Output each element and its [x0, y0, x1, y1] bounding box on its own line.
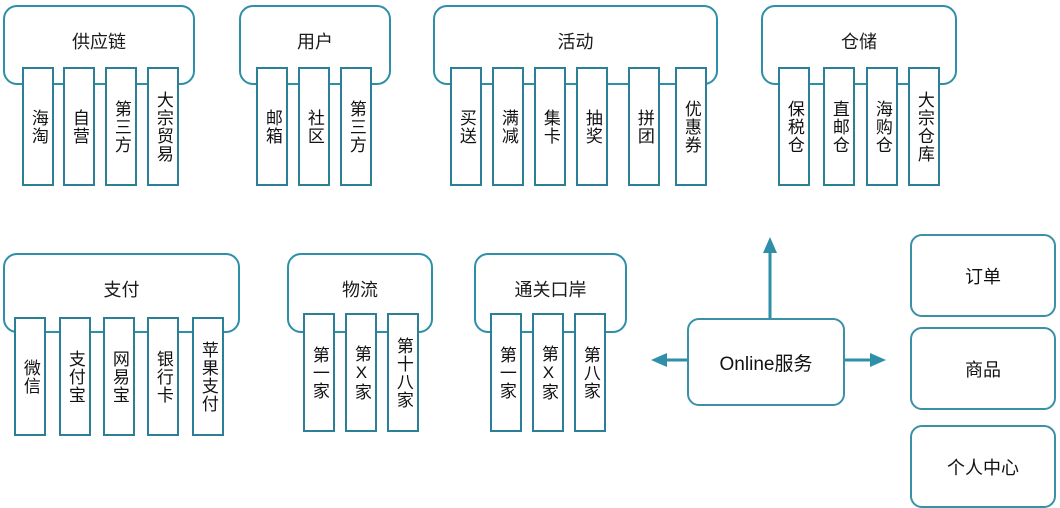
- leaf-box-logistics-2[interactable]: 第十八家: [387, 313, 419, 432]
- leaf-box-user-2[interactable]: 第三方: [340, 67, 372, 186]
- node-product[interactable]: 商品: [910, 327, 1056, 410]
- leaf-box-user-0[interactable]: 邮箱: [256, 67, 288, 186]
- leaf-box-supply-chain-3[interactable]: 大宗贸易: [147, 67, 179, 186]
- leaf-label: 拼团: [634, 108, 654, 145]
- leaf-label: 海购仓: [872, 99, 892, 154]
- leaf-label: 第十八家: [393, 336, 413, 409]
- leaf-label: 支付宝: [65, 349, 85, 404]
- node-label: 个人中心: [947, 457, 1019, 478]
- leaf-label: 买送: [456, 108, 476, 145]
- leaf-label: 第三方: [111, 99, 131, 154]
- leaf-label: 微信: [20, 358, 40, 395]
- leaf-box-payment-3[interactable]: 银行卡: [147, 317, 179, 436]
- node-personal-center[interactable]: 个人中心: [910, 425, 1056, 508]
- leaf-box-activity-0[interactable]: 买送: [450, 67, 482, 186]
- leaf-box-supply-chain-1[interactable]: 自营: [63, 67, 95, 186]
- leaf-box-payment-4[interactable]: 苹果支付: [192, 317, 224, 436]
- leaf-label: 大宗仓库: [914, 90, 934, 163]
- group-title-warehouse: 仓储: [841, 32, 877, 52]
- leaf-box-activity-2[interactable]: 集卡: [534, 67, 566, 186]
- leaf-label: 苹果支付: [198, 340, 218, 413]
- group-title-user: 用户: [297, 32, 333, 52]
- leaf-label: 抽奖: [582, 108, 602, 145]
- leaf-box-warehouse-3[interactable]: 大宗仓库: [908, 67, 940, 186]
- node-label: 商品: [965, 359, 1001, 380]
- diagram-canvas: 供应链 海淘 自营 第三方 大宗贸易 用户 邮箱 社区 第三方 活动 买送 满减…: [0, 0, 1060, 508]
- arrow-left-icon: [651, 353, 692, 367]
- group-title-customs: 通关口岸: [514, 280, 587, 300]
- leaf-box-payment-2[interactable]: 网易宝: [103, 317, 135, 436]
- leaf-label: 集卡: [540, 108, 560, 145]
- leaf-label: 银行卡: [153, 349, 173, 404]
- leaf-label: 保税仓: [784, 99, 804, 154]
- leaf-label: 满减: [498, 108, 518, 145]
- leaf-box-warehouse-1[interactable]: 直邮仓: [823, 67, 855, 186]
- leaf-box-activity-3[interactable]: 抽奖: [576, 67, 608, 186]
- node-label: Online服务: [719, 353, 813, 375]
- leaf-label: 邮箱: [262, 108, 282, 145]
- group-title-activity: 活动: [557, 32, 594, 52]
- leaf-box-warehouse-2[interactable]: 海购仓: [866, 67, 898, 186]
- leaf-label: 第三方: [346, 99, 366, 154]
- leaf-box-payment-1[interactable]: 支付宝: [59, 317, 91, 436]
- leaf-label: 网易宝: [109, 349, 129, 404]
- leaf-label: 第一家: [309, 345, 329, 400]
- leaf-box-activity-1[interactable]: 满减: [492, 67, 524, 186]
- leaf-label: 优惠券: [681, 99, 701, 154]
- leaf-label: 第一家: [496, 345, 516, 400]
- group-title-logistics: 物流: [342, 280, 378, 300]
- leaf-label: 大宗贸易: [153, 90, 173, 163]
- leaf-box-logistics-1[interactable]: 第X家: [345, 313, 377, 432]
- leaf-box-customs-0[interactable]: 第一家: [490, 313, 522, 432]
- leaf-label: 第八家: [580, 345, 600, 400]
- arrow-right-icon: [843, 353, 886, 367]
- group-title-supply-chain: 供应链: [72, 32, 126, 52]
- leaf-label: 自营: [69, 108, 89, 145]
- leaf-box-logistics-0[interactable]: 第一家: [303, 313, 335, 432]
- leaf-box-user-1[interactable]: 社区: [298, 67, 330, 186]
- group-title-payment: 支付: [103, 280, 140, 300]
- leaf-label: 直邮仓: [829, 99, 849, 154]
- leaf-box-supply-chain-0[interactable]: 海淘: [22, 67, 54, 186]
- leaf-box-activity-4[interactable]: 拼团: [628, 67, 660, 186]
- leaf-box-payment-0[interactable]: 微信: [14, 317, 46, 436]
- node-online-service[interactable]: Online服务: [687, 318, 845, 406]
- node-label: 订单: [965, 266, 1001, 287]
- leaf-box-supply-chain-2[interactable]: 第三方: [105, 67, 137, 186]
- leaf-box-activity-5[interactable]: 优惠券: [675, 67, 707, 186]
- leaf-box-customs-2[interactable]: 第八家: [574, 313, 606, 432]
- leaf-label: 社区: [304, 108, 324, 145]
- leaf-box-warehouse-0[interactable]: 保税仓: [778, 67, 810, 186]
- node-order[interactable]: 订单: [910, 234, 1056, 317]
- leaf-box-customs-1[interactable]: 第X家: [532, 313, 564, 432]
- leaf-label: 第X家: [538, 344, 558, 401]
- arrow-up-icon: [763, 237, 777, 326]
- leaf-label: 海淘: [28, 108, 48, 145]
- leaf-label: 第X家: [351, 344, 371, 401]
